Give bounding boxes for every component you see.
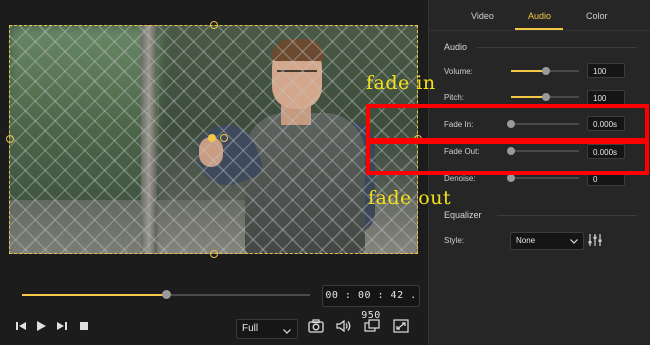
- denoise-label: Denoise:: [444, 174, 476, 183]
- tab-bar: Video Audio Color: [429, 0, 650, 30]
- pitch-slider-handle[interactable]: [542, 93, 551, 101]
- progress-handle[interactable]: [162, 290, 171, 299]
- chevron-down-icon: [570, 237, 578, 246]
- timecode-display: 00 : 00 : 42 . 950: [322, 285, 420, 321]
- next-frame-icon[interactable]: [56, 320, 68, 334]
- pip-icon[interactable]: [364, 319, 380, 333]
- pitch-slider-fill: [511, 96, 547, 98]
- pitch-label: Pitch:: [444, 93, 465, 102]
- volume-label: Volume:: [444, 67, 473, 76]
- section-divider: [477, 47, 637, 48]
- camera-icon[interactable]: [308, 319, 324, 333]
- equalizer-style-dropdown[interactable]: None: [510, 232, 584, 250]
- tab-video[interactable]: Video: [471, 11, 494, 21]
- pitch-value[interactable]: 100: [587, 90, 625, 105]
- play-icon[interactable]: [35, 320, 47, 334]
- volume-slider-fill: [511, 70, 547, 72]
- fullscreen-icon[interactable]: [393, 319, 409, 333]
- progress-fill: [22, 294, 166, 296]
- zoom-dropdown[interactable]: Full: [236, 319, 298, 339]
- tab-audio[interactable]: Audio: [528, 11, 551, 21]
- stop-icon[interactable]: [78, 320, 90, 334]
- anchor-point[interactable]: [208, 134, 216, 142]
- fade-out-highlight-box: [366, 138, 649, 175]
- equalizer-settings-icon[interactable]: [587, 232, 603, 248]
- crop-handle-top[interactable]: [210, 21, 218, 29]
- style-label: Style:: [444, 236, 465, 245]
- style-value: None: [516, 236, 536, 245]
- denoise-slider-track[interactable]: [511, 177, 579, 179]
- fade-out-annotation: fade out: [368, 187, 452, 209]
- crop-handle-bottom[interactable]: [210, 250, 218, 258]
- rotate-handle[interactable]: [220, 134, 228, 142]
- tab-divider: [429, 30, 650, 31]
- chevron-down-icon: [283, 326, 291, 337]
- crop-handle-left[interactable]: [6, 135, 14, 143]
- tab-color[interactable]: Color: [586, 11, 608, 21]
- equalizer-section-title: Equalizer: [444, 210, 482, 220]
- video-player: 00 : 00 : 42 . 950 Full: [0, 0, 428, 345]
- section-divider: [497, 215, 637, 216]
- volume-icon[interactable]: [336, 319, 352, 333]
- audio-section-title: Audio: [444, 42, 468, 52]
- fade-in-annotation: fade in: [366, 72, 436, 94]
- volume-value[interactable]: 100: [587, 63, 625, 78]
- zoom-value: Full: [242, 323, 259, 334]
- volume-slider-handle[interactable]: [542, 67, 551, 75]
- previous-frame-icon[interactable]: [15, 320, 27, 334]
- denoise-slider-handle[interactable]: [507, 174, 515, 182]
